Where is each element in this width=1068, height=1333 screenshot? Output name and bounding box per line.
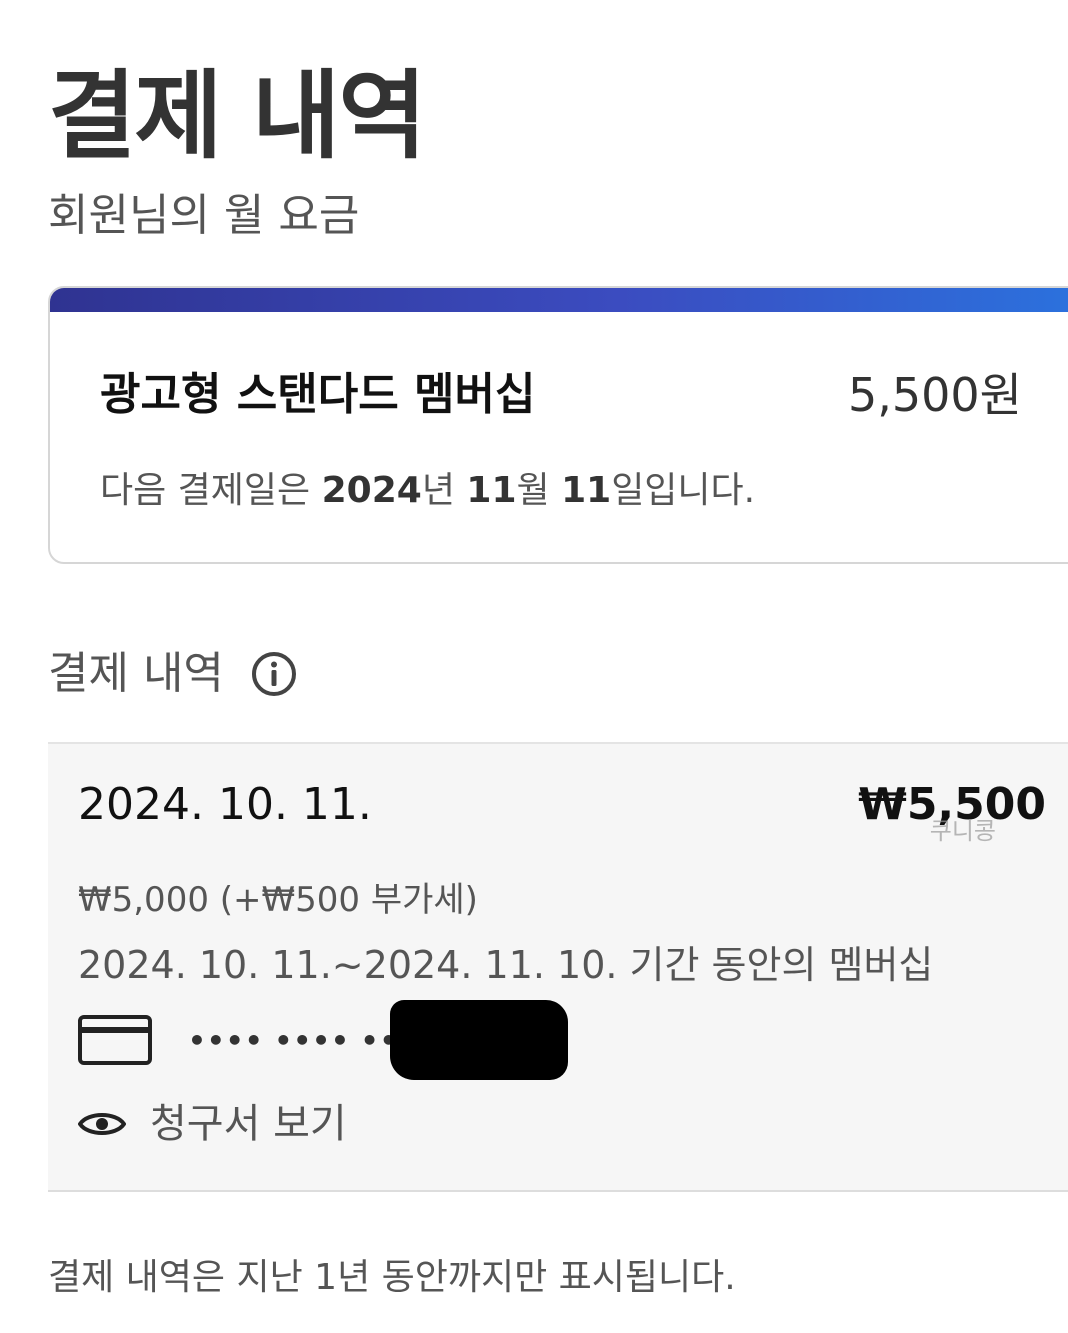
plan-card-accent-bar: [50, 288, 1068, 312]
membership-period: 2024. 10. 11.~2024. 11. 10. 기간 동안의 멤버십: [78, 943, 934, 987]
page-title: 결제 내역: [48, 60, 427, 173]
payment-date: 2024. 10. 11.: [78, 779, 372, 830]
eye-icon: [78, 1108, 126, 1140]
next-billing-year-unit: 년: [421, 470, 467, 511]
payment-history-entry: 2024. 10. 11. ₩5,500 쿠니콩 ₩5,000 (+₩500 부…: [48, 742, 1068, 1192]
next-billing-date: 다음 결제일은 2024년 11월 11일입니다.: [100, 468, 755, 514]
next-billing-month-unit: 월: [516, 470, 562, 511]
watermark-text: 쿠니콩: [929, 817, 996, 845]
plan-name: 광고형 스탠다드 멤버십: [100, 369, 536, 420]
next-billing-month: 11: [466, 470, 517, 511]
view-invoice-label: 청구서 보기: [150, 1101, 347, 1147]
next-billing-prefix: 다음 결제일은: [100, 470, 322, 511]
next-billing-year: 2024: [321, 470, 422, 511]
payment-history-heading: 결제 내역: [48, 648, 224, 699]
credit-card-icon: [78, 1015, 152, 1065]
payment-history-header: 결제 내역: [48, 644, 298, 704]
info-circle-icon[interactable]: [250, 650, 298, 698]
plan-price: 5,500원: [847, 368, 1022, 422]
view-invoice-link[interactable]: 청구서 보기: [78, 1096, 347, 1152]
payment-breakdown: ₩5,000 (+₩500 부가세): [78, 880, 478, 920]
plan-card: 광고형 스탠다드 멤버십 5,500원 다음 결제일은 2024년 11월 11…: [48, 286, 1068, 564]
payment-method: •••• •••• ••••: [78, 1012, 436, 1068]
next-billing-suffix: 일입니다.: [611, 470, 756, 511]
redaction-mark: [390, 1000, 568, 1080]
history-retention-note: 결제 내역은 지난 1년 동안까지만 표시됩니다.: [48, 1257, 736, 1298]
next-billing-day: 11: [561, 470, 612, 511]
monthly-fee-heading: 회원님의 월 요금: [48, 190, 360, 241]
